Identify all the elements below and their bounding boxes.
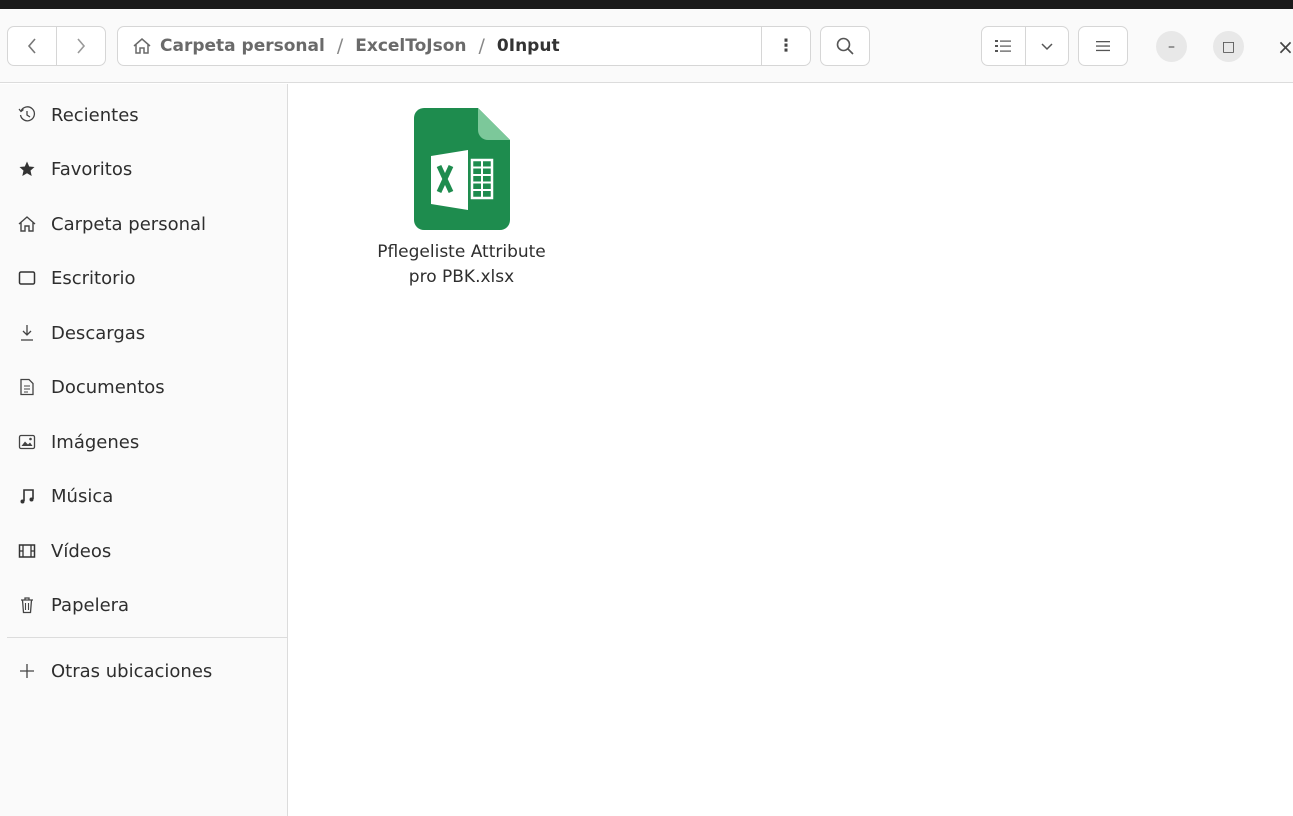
sidebar-item-label: Favoritos <box>51 158 133 180</box>
top-panel <box>0 0 1293 9</box>
home-icon <box>132 37 152 55</box>
star-icon <box>17 159 37 179</box>
maximize-button[interactable]: □ <box>1213 31 1244 62</box>
header-bar: Carpeta personal / ExcelToJson / 0Input … <box>0 9 1293 83</box>
search-button[interactable] <box>820 26 870 66</box>
sidebar-item-label: Vídeos <box>51 540 112 562</box>
file-view: Pflegeliste Attribute pro PBK.xlsx <box>289 84 1293 816</box>
sidebar-item-favoritos[interactable]: Favoritos <box>0 147 287 191</box>
sidebar-item-descargas[interactable]: Descargas <box>0 311 287 355</box>
navigation-buttons <box>7 26 106 66</box>
chevron-down-icon <box>1041 43 1053 51</box>
close-button[interactable]: × <box>1270 31 1293 62</box>
plus-icon <box>17 661 37 681</box>
sidebar-item-escritorio[interactable]: Escritorio <box>0 256 287 300</box>
excel-file-icon <box>413 108 510 230</box>
path-crumb-exceltojson[interactable]: ExcelToJson <box>355 36 466 56</box>
path-crumb-home[interactable]: Carpeta personal <box>160 36 325 56</box>
close-icon: × <box>1277 34 1293 59</box>
trash-icon <box>17 595 37 615</box>
sidebar-item-label: Música <box>51 485 114 507</box>
video-icon <box>17 541 37 561</box>
download-icon <box>17 323 37 343</box>
path-separator: / <box>336 35 344 57</box>
minimize-button[interactable]: – <box>1156 31 1187 62</box>
sidebar-divider <box>7 637 287 638</box>
sidebar-item-label: Documentos <box>51 376 165 398</box>
sidebar-item-label: Papelera <box>51 594 130 616</box>
sidebar: Recientes Favoritos Carpeta personal Esc… <box>0 84 288 816</box>
sidebar-item-videos[interactable]: Vídeos <box>0 529 287 573</box>
sidebar-item-label: Otras ubicaciones <box>51 660 213 682</box>
search-icon <box>836 37 854 55</box>
file-name-line: pro PBK.xlsx <box>408 267 515 287</box>
file-name: Pflegeliste Attribute pro PBK.xlsx <box>359 240 564 290</box>
maximize-icon: □ <box>1221 38 1236 55</box>
document-icon <box>17 377 37 397</box>
back-button[interactable] <box>8 27 56 65</box>
hamburger-menu-icon <box>1096 41 1110 52</box>
sidebar-item-recientes[interactable]: Recientes <box>0 93 287 137</box>
sidebar-item-imagenes[interactable]: Imágenes <box>0 420 287 464</box>
more-vertical-icon: ⋮ <box>777 36 795 56</box>
sidebar-item-papelera[interactable]: Papelera <box>0 583 287 627</box>
chevron-right-icon <box>77 38 86 54</box>
forward-button[interactable] <box>56 27 105 65</box>
path-separator: / <box>478 35 485 57</box>
list-view-button[interactable] <box>982 27 1025 65</box>
sidebar-item-otras-ubicaciones[interactable]: Otras ubicaciones <box>0 649 287 693</box>
minimize-icon: – <box>1168 38 1175 55</box>
path-bar: Carpeta personal / ExcelToJson / 0Input … <box>117 26 811 66</box>
file-name-line: Pflegeliste Attribute <box>377 242 546 262</box>
sidebar-item-carpeta-personal[interactable]: Carpeta personal <box>0 202 287 246</box>
sidebar-item-label: Carpeta personal <box>51 213 207 235</box>
view-options-dropdown[interactable] <box>1024 27 1069 65</box>
chevron-left-icon <box>27 38 36 54</box>
path-crumb-current[interactable]: 0Input <box>497 36 560 56</box>
sidebar-item-label: Escritorio <box>51 267 136 289</box>
home-icon <box>17 214 37 234</box>
music-icon <box>17 486 37 506</box>
main-menu-button[interactable] <box>1078 26 1128 66</box>
sidebar-item-label: Descargas <box>51 322 146 344</box>
file-item[interactable]: Pflegeliste Attribute pro PBK.xlsx <box>359 108 564 298</box>
list-view-icon <box>995 40 1012 52</box>
view-toggle-group <box>981 26 1069 66</box>
desktop-icon <box>17 268 37 288</box>
path-menu-button[interactable]: ⋮ <box>761 27 810 65</box>
sidebar-item-label: Imágenes <box>51 431 140 453</box>
image-icon <box>17 432 37 452</box>
sidebar-item-documentos[interactable]: Documentos <box>0 365 287 409</box>
sidebar-item-label: Recientes <box>51 104 139 126</box>
sidebar-item-musica[interactable]: Música <box>0 474 287 518</box>
clock-icon <box>17 105 37 125</box>
